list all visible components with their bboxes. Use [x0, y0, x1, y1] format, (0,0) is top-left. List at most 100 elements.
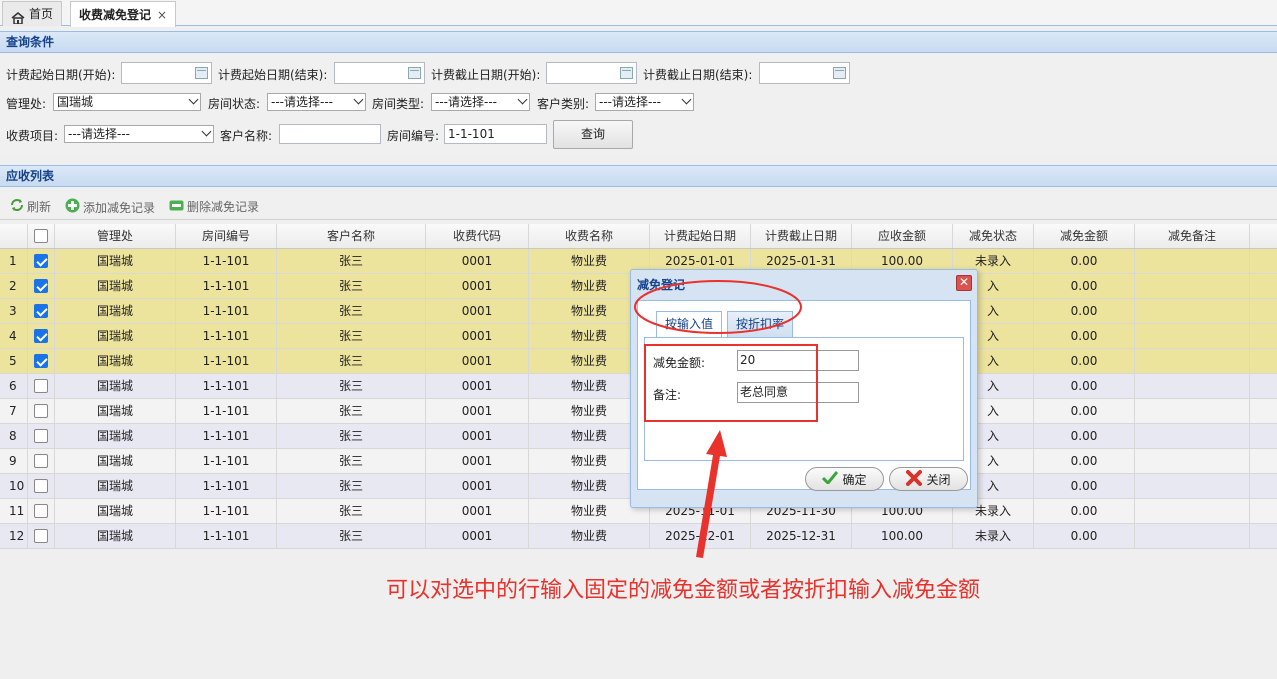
row-checkbox-cell[interactable]	[28, 499, 55, 523]
row-checkbox-cell[interactable]	[28, 274, 55, 298]
close-button[interactable]: 关闭	[889, 467, 968, 491]
select-all-checkbox[interactable]	[28, 224, 55, 248]
checkbox[interactable]	[34, 403, 48, 418]
charge-end-to-input[interactable]	[759, 62, 850, 84]
calendar-icon[interactable]	[620, 67, 633, 79]
cell-customer: 张三	[277, 449, 426, 473]
cell-room: 1-1-101	[176, 274, 277, 298]
column-header[interactable]: 计费起始日期	[650, 224, 751, 248]
charge-start-to-input[interactable]	[334, 62, 425, 84]
checkbox[interactable]	[34, 253, 48, 268]
checkbox[interactable]	[34, 428, 48, 443]
column-header[interactable]: 房间编号	[176, 224, 277, 248]
checkbox[interactable]	[34, 453, 48, 468]
cell-room: 1-1-101	[176, 424, 277, 448]
office-label: 管理处:	[6, 97, 47, 111]
cell-customer: 张三	[277, 424, 426, 448]
waiver-dialog: 减免登记 ✕ 按输入值 按折扣率 减免金额: 20 备注: 老总同意 确定 关闭	[630, 269, 978, 508]
cell-remark	[1135, 324, 1250, 348]
column-header[interactable]: 收费代码	[426, 224, 529, 248]
row-checkbox-cell[interactable]	[28, 374, 55, 398]
cell-n: 8	[0, 424, 28, 448]
calendar-icon[interactable]	[408, 67, 421, 79]
cell-n: 11	[0, 499, 28, 523]
customer-type-select[interactable]: ---请选择---	[595, 93, 694, 111]
close-icon[interactable]: ×	[157, 3, 167, 27]
add-waiver-button[interactable]: 添加减免记录	[65, 198, 155, 216]
cell-remark	[1135, 399, 1250, 423]
customer-name-input[interactable]	[279, 124, 381, 144]
cell-remark	[1135, 499, 1250, 523]
checkbox[interactable]	[34, 228, 48, 243]
row-checkbox-cell[interactable]	[28, 299, 55, 323]
cell-waive: 0.00	[1034, 324, 1135, 348]
row-checkbox-cell[interactable]	[28, 524, 55, 548]
column-header[interactable]: 计费截止日期	[751, 224, 852, 248]
dialog-close-icon[interactable]: ✕	[956, 275, 972, 291]
column-header[interactable]: 管理处	[55, 224, 176, 248]
checkbox[interactable]	[34, 503, 48, 518]
row-checkbox-cell[interactable]	[28, 249, 55, 273]
charge-start-from-input[interactable]	[121, 62, 212, 84]
column-header[interactable]: 应收金额	[852, 224, 953, 248]
dialog-title: 减免登记	[637, 278, 686, 292]
room-status-select[interactable]: ---请选择---	[267, 93, 366, 111]
cell-n: 5	[0, 349, 28, 373]
charge-item-select[interactable]: ---请选择---	[64, 125, 214, 143]
charge-item-label: 收费项目:	[6, 129, 59, 143]
cell-code: 0001	[426, 374, 529, 398]
row-checkbox-cell[interactable]	[28, 324, 55, 348]
cell-code: 0001	[426, 299, 529, 323]
checkbox[interactable]	[34, 303, 48, 318]
tab-by-discount-rate[interactable]: 按折扣率	[727, 311, 794, 337]
checkbox[interactable]	[34, 353, 48, 368]
checkbox[interactable]	[34, 278, 48, 293]
dialog-tab-panel: 减免金额: 20 备注: 老总同意	[644, 337, 964, 461]
checkbox[interactable]	[34, 328, 48, 343]
search-button[interactable]: 查询	[553, 120, 633, 149]
remove-icon	[169, 200, 184, 214]
charge-end-from-input[interactable]	[546, 62, 637, 84]
cell-room: 1-1-101	[176, 374, 277, 398]
room-type-select[interactable]: ---请选择---	[431, 93, 530, 111]
cell-end: 2025-12-31	[751, 524, 852, 548]
room-no-input[interactable]: 1-1-101	[444, 124, 547, 144]
refresh-button[interactable]: 刷新	[10, 198, 51, 215]
cell-remark	[1135, 524, 1250, 548]
column-header[interactable]: 减免备注	[1135, 224, 1250, 248]
row-checkbox-cell[interactable]	[28, 399, 55, 423]
checkbox[interactable]	[34, 378, 48, 393]
delete-waiver-button[interactable]: 删除减免记录	[169, 198, 259, 215]
cell-waive: 0.00	[1034, 374, 1135, 398]
cell-room: 1-1-101	[176, 349, 277, 373]
cell-n: 6	[0, 374, 28, 398]
column-header[interactable]: 客户名称	[277, 224, 426, 248]
column-header[interactable]: 收费名称	[529, 224, 650, 248]
office-select[interactable]: 国瑞城	[53, 93, 201, 111]
cell-office: 国瑞城	[55, 399, 176, 423]
waiver-amount-input[interactable]: 20	[737, 350, 859, 371]
cell-remark	[1135, 474, 1250, 498]
row-checkbox-cell[interactable]	[28, 449, 55, 473]
row-checkbox-cell[interactable]	[28, 474, 55, 498]
tab-home[interactable]: 首页	[2, 1, 63, 26]
remark-input[interactable]: 老总同意	[737, 382, 859, 403]
row-checkbox-cell[interactable]	[28, 424, 55, 448]
chevron-down-icon	[681, 94, 692, 105]
cell-remark	[1135, 449, 1250, 473]
table-row[interactable]: 12 国瑞城 1-1-101 张三 0001 物业费 2025-12-01 2025-12-3…	[0, 524, 1277, 549]
tab-waiver-registration[interactable]: 收费减免登记 ×	[70, 1, 177, 27]
cell-code: 0001	[426, 499, 529, 523]
cell-office: 国瑞城	[55, 299, 176, 323]
calendar-icon[interactable]	[195, 67, 208, 79]
row-checkbox-cell[interactable]	[28, 349, 55, 373]
cell-room: 1-1-101	[176, 299, 277, 323]
cell-waive: 0.00	[1034, 499, 1135, 523]
column-header[interactable]: 减免金额	[1034, 224, 1135, 248]
checkbox[interactable]	[34, 528, 48, 543]
tab-by-value[interactable]: 按输入值	[656, 311, 723, 338]
checkbox[interactable]	[34, 478, 48, 493]
calendar-icon[interactable]	[833, 67, 846, 79]
ok-button[interactable]: 确定	[805, 467, 884, 491]
column-header[interactable]: 减免状态	[953, 224, 1034, 248]
